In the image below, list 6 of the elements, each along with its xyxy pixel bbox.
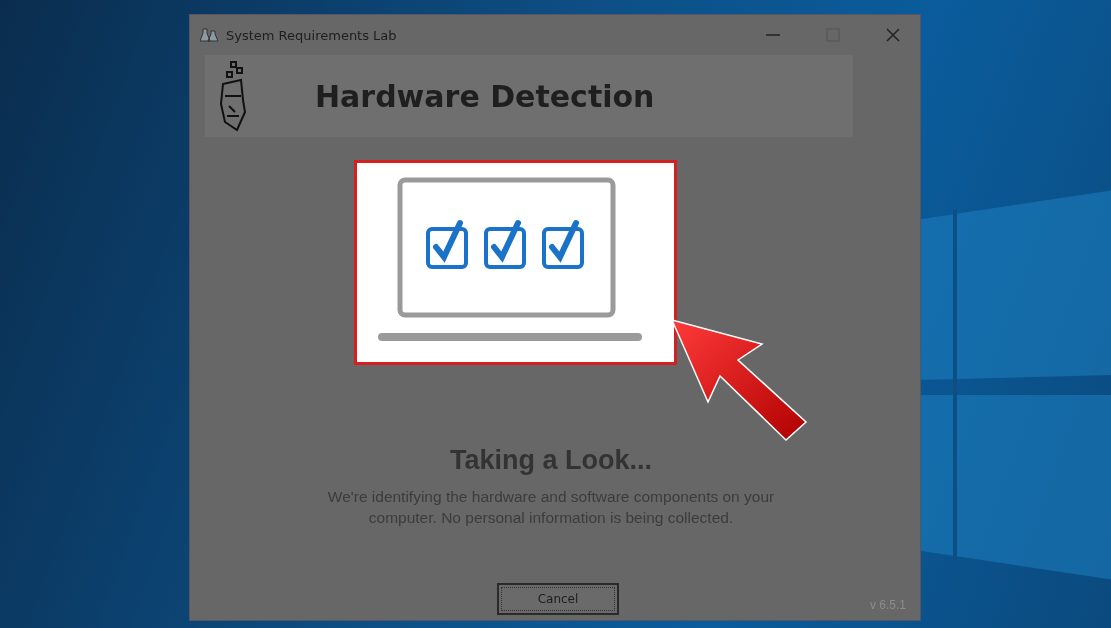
flask-icon xyxy=(200,27,220,43)
window-title: System Requirements Lab xyxy=(226,27,397,43)
close-icon[interactable] xyxy=(886,28,900,42)
robot-head-logo-icon xyxy=(217,60,247,132)
header-title: Hardware Detection xyxy=(315,78,655,114)
cancel-button[interactable]: Cancel xyxy=(497,583,619,615)
